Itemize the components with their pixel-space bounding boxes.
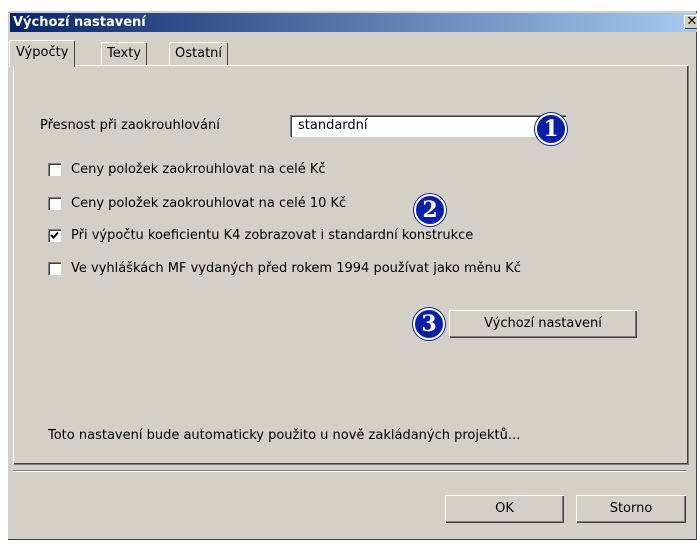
close-icon[interactable]: ✕ — [684, 15, 697, 29]
checkbox-label: Při výpočtu koeficientu K4 zobrazovat i … — [71, 228, 474, 243]
callout-1-icon: 1 — [535, 113, 567, 145]
callout-2-icon: 2 — [414, 194, 446, 226]
check-icon — [50, 231, 59, 239]
window-title: Výchozí nastavení — [13, 15, 146, 30]
title-bar[interactable]: Výchozí nastavení ✕ — [10, 13, 697, 32]
checkbox-box[interactable] — [48, 163, 61, 176]
rounding-value: standardní — [298, 118, 368, 133]
checkbox-label: Ceny položek zaokrouhlovat na celé Kč — [71, 162, 326, 177]
ok-button[interactable]: OK — [445, 495, 564, 523]
rounding-input[interactable]: standardní — [290, 115, 566, 137]
checkbox-box[interactable] — [48, 262, 61, 275]
defaults-button[interactable]: Výchozí nastavení — [449, 310, 637, 338]
checkbox-box[interactable] — [48, 197, 61, 210]
checkbox-label: Ceny položek zaokrouhlovat na celé 10 Kč — [71, 196, 347, 211]
cancel-button[interactable]: Storno — [576, 495, 686, 523]
tab-vypocty[interactable]: Výpočty — [9, 40, 76, 67]
info-text: Toto nastavení bude automaticky použito … — [48, 428, 521, 443]
separator-highlight — [13, 471, 687, 472]
rounding-label: Přesnost při zaokrouhlování — [40, 118, 220, 133]
checkbox-label: Ve vyhláškách MF vydaných před rokem 199… — [71, 261, 521, 276]
tab-ostatni[interactable]: Ostatní — [169, 42, 229, 65]
checkbox-box[interactable] — [48, 229, 61, 242]
tab-texty[interactable]: Texty — [101, 42, 147, 65]
callout-3-icon: 3 — [413, 308, 445, 340]
